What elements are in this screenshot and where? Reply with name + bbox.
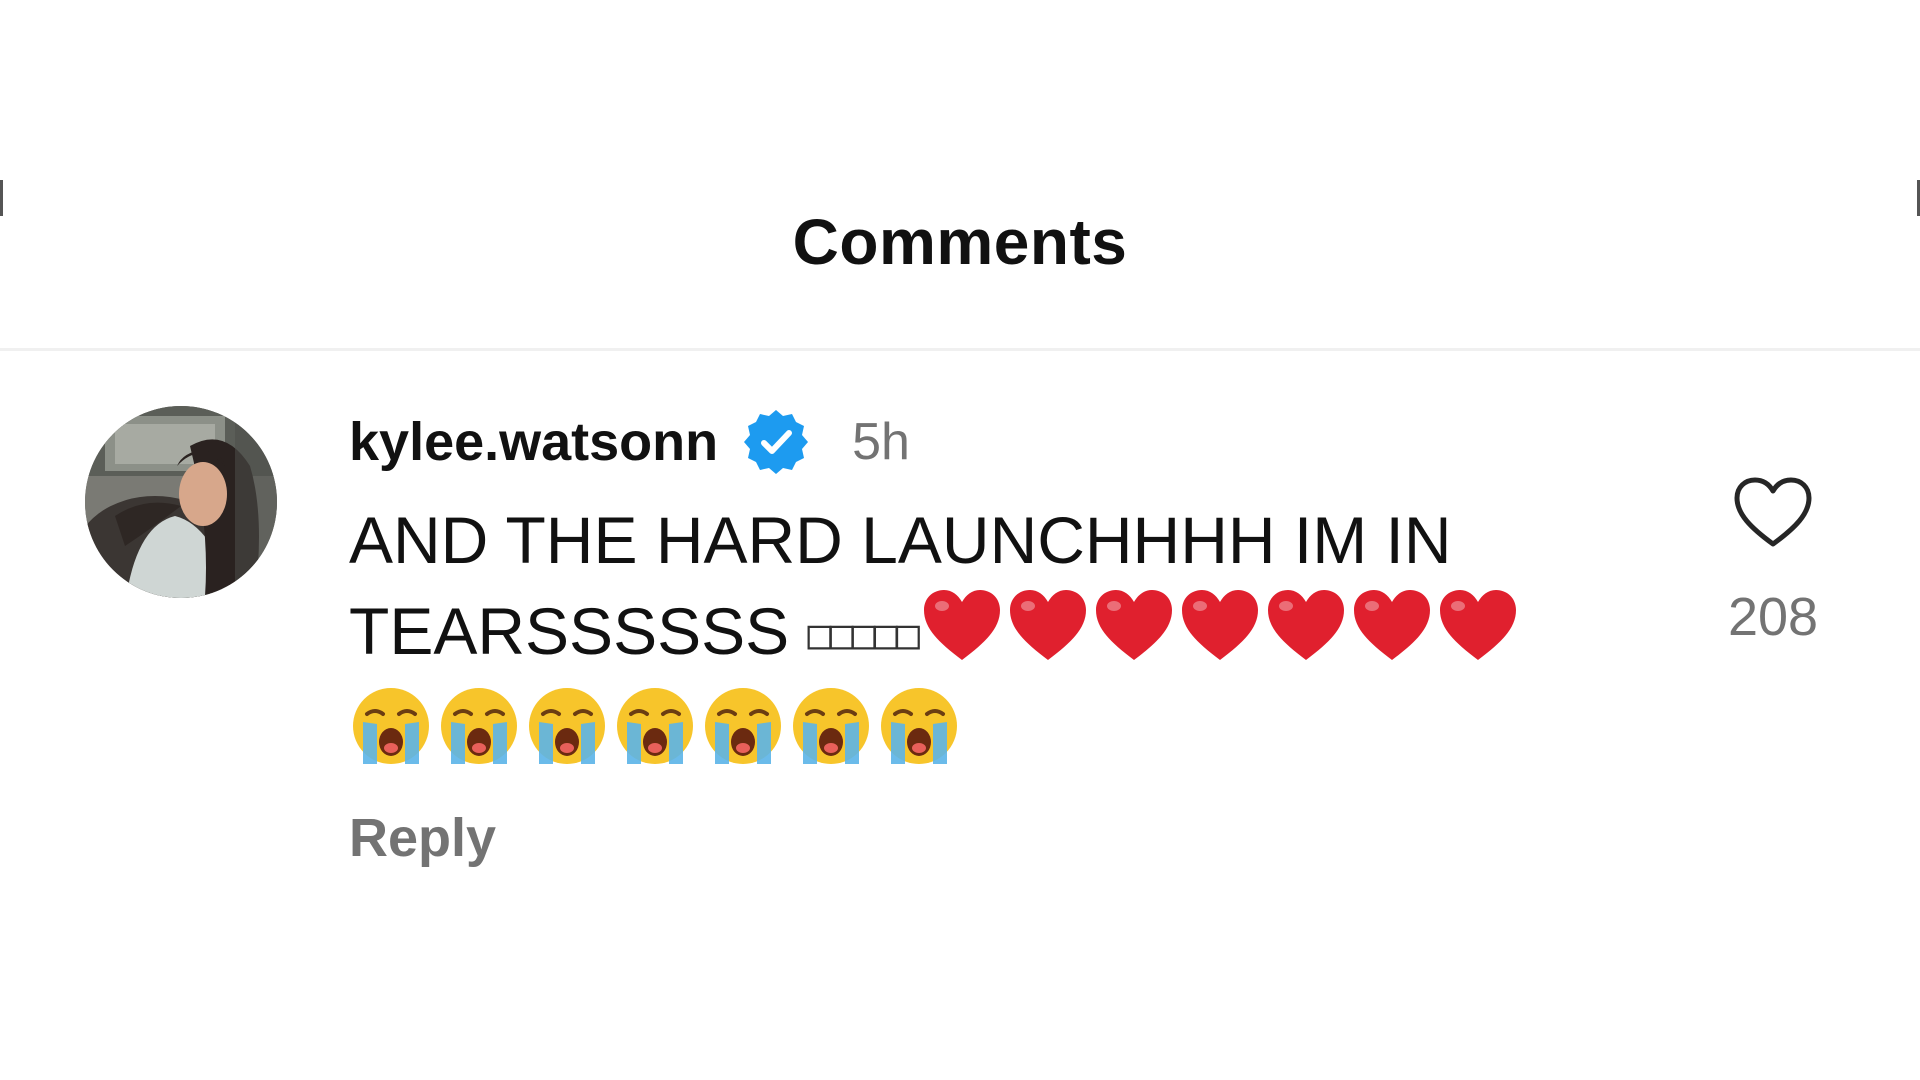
red-heart-emoji [1264, 584, 1348, 668]
avatar-photo [85, 406, 277, 598]
avatar[interactable] [85, 406, 277, 598]
crying-emoji-row [349, 679, 1589, 773]
verified-badge-icon [742, 408, 810, 476]
red-heart-emoji [1178, 584, 1262, 668]
red-heart-emoji [1436, 584, 1520, 668]
reply-button[interactable]: Reply [349, 807, 1589, 869]
page-title: Comments [792, 206, 1128, 278]
loudly-crying-face-emoji [613, 684, 697, 768]
heart-outline-icon[interactable] [1731, 474, 1815, 550]
red-heart-emoji [920, 584, 1004, 668]
comment-text: AND THE HARD LAUNCHHHH IM IN TEARSSSSSS … [349, 496, 1589, 773]
loudly-crying-face-emoji [525, 684, 609, 768]
comment-timestamp: 5h [852, 413, 910, 471]
like-column: 208 [1713, 474, 1833, 648]
comment-meta: kylee.watsonn 5h [349, 404, 1589, 480]
comment-body: kylee.watsonn 5h AND THE HARD LAUNCHHHH … [349, 404, 1589, 869]
loudly-crying-face-emoji [701, 684, 785, 768]
red-heart-emoji [1006, 584, 1090, 668]
comments-header: Comments [0, 205, 1920, 279]
comment-item: kylee.watsonn 5h AND THE HARD LAUNCHHHH … [85, 404, 1845, 884]
loudly-crying-face-emoji [349, 684, 433, 768]
red-heart-emoji [1092, 584, 1176, 668]
red-heart-emoji [1350, 584, 1434, 668]
loudly-crying-face-emoji [877, 684, 961, 768]
loudly-crying-face-emoji [437, 684, 521, 768]
comments-sheet: Comments kylee.watsonn 5h AND THE HARD L… [0, 0, 1920, 1080]
loudly-crying-face-emoji [789, 684, 873, 768]
heart-emoji-row [920, 584, 1522, 668]
unrendered-emoji-glyphs: □□□□□ [807, 612, 920, 658]
like-count: 208 [1727, 587, 1819, 647]
header-divider [0, 348, 1920, 351]
comment-username[interactable]: kylee.watsonn [349, 411, 718, 473]
